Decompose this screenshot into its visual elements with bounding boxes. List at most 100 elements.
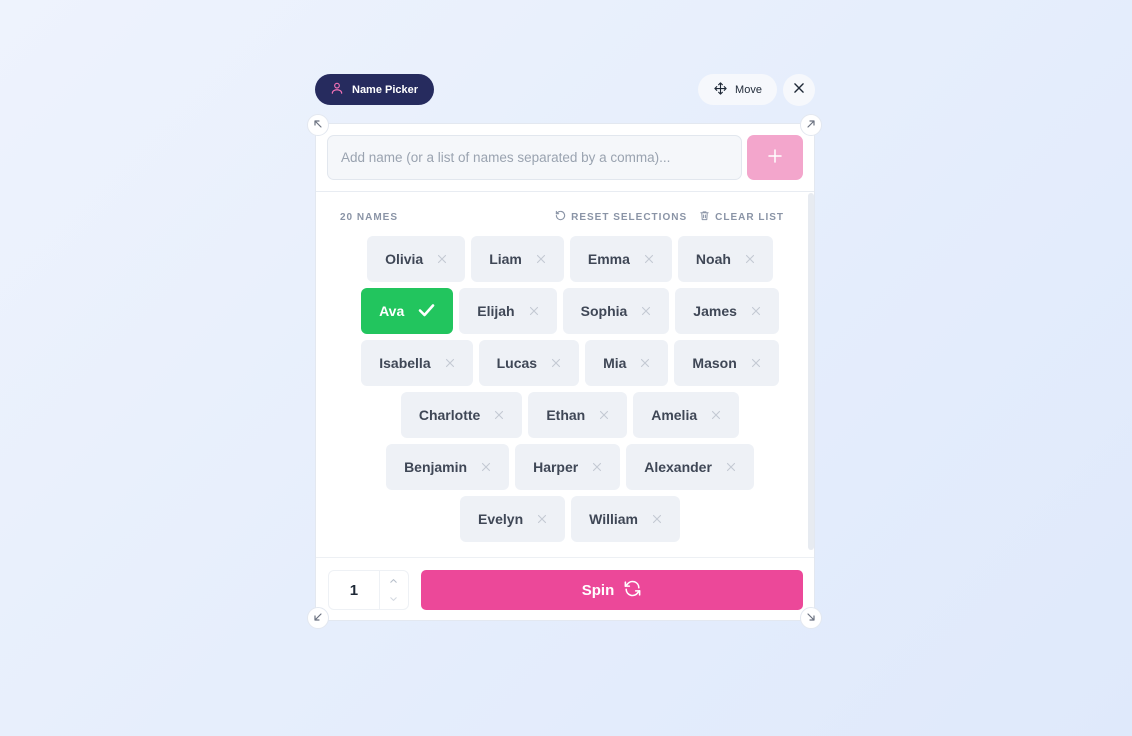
name-chip[interactable]: Liam [471, 236, 564, 282]
add-name-button[interactable] [747, 135, 803, 180]
name-chip-label: Emma [587, 251, 630, 267]
remove-name-x-icon[interactable] [641, 303, 651, 319]
resize-handle-bottom-right[interactable] [800, 607, 822, 629]
name-chip-label: Lucas [496, 355, 538, 371]
name-chip-label: Amelia [651, 407, 698, 423]
name-chip[interactable]: James [675, 288, 779, 334]
remove-name-x-icon[interactable] [751, 355, 761, 371]
spin-label: Spin [581, 581, 615, 599]
rotate-ccw-icon [555, 210, 566, 224]
name-chip-label: William [589, 511, 639, 527]
name-chip-label: Noah [695, 251, 731, 267]
list-actions: RESET SELECTIONS CLEAR LIST [555, 210, 784, 224]
name-chip[interactable]: Noah [677, 236, 773, 282]
name-chip[interactable]: Amelia [633, 392, 740, 438]
remove-name-x-icon[interactable] [599, 407, 609, 423]
name-chip[interactable]: William [571, 496, 681, 542]
name-chip-label: Liam [489, 251, 522, 267]
name-chip[interactable]: Elijah [459, 288, 557, 334]
name-chip[interactable]: Olivia [367, 236, 466, 282]
remove-name-x-icon[interactable] [494, 407, 504, 423]
close-icon [792, 81, 806, 100]
name-chip-label: Elijah [477, 303, 515, 319]
trash-icon [699, 210, 710, 224]
remove-name-x-icon[interactable] [745, 251, 755, 267]
name-chip-label: James [693, 303, 737, 319]
move-button[interactable]: Move [698, 74, 777, 105]
plus-icon [766, 147, 784, 168]
remove-name-x-icon[interactable] [751, 303, 761, 319]
quantity-stepper[interactable]: 1 [328, 570, 409, 610]
reset-selections-label: RESET SELECTIONS [571, 211, 688, 223]
quantity-arrows [378, 571, 408, 609]
remove-name-x-icon[interactable] [640, 355, 650, 371]
refresh-icon [623, 579, 642, 602]
move-arrows-icon [713, 81, 728, 99]
name-chip-label: Evelyn [477, 511, 524, 527]
name-chip-label: Benjamin [404, 459, 468, 475]
check-icon [418, 303, 435, 320]
widget-title-badge: Name Picker [315, 74, 434, 105]
name-chip-label: Olivia [385, 251, 424, 267]
remove-name-x-icon[interactable] [481, 459, 491, 475]
name-chip[interactable]: Mia [585, 340, 669, 386]
resize-arrow-icon [313, 609, 323, 627]
name-chip-label: Alexander [644, 459, 712, 475]
name-chip-label: Sophia [580, 303, 628, 319]
name-chip[interactable]: Benjamin [386, 444, 510, 490]
name-chip[interactable]: Alexander [626, 444, 754, 490]
resize-arrow-icon [313, 116, 323, 134]
name-chip-label: Ava [379, 303, 405, 319]
user-icon [330, 81, 344, 98]
resize-arrow-icon [806, 116, 816, 134]
name-chip-label: Isabella [379, 355, 431, 371]
widget-title: Name Picker [352, 83, 419, 96]
name-chip[interactable]: Emma [569, 236, 672, 282]
reset-selections-button[interactable]: RESET SELECTIONS [555, 210, 687, 224]
scrollbar[interactable] [808, 193, 814, 550]
list-header: 20 NAMES RESET SELECTIONS CLEAR LIST [340, 210, 784, 224]
chevron-down-icon [389, 591, 398, 609]
names-list: Olivia Liam Emma Noah Ava Elijah Sophia James Is… [340, 236, 800, 542]
resize-arrow-icon [806, 609, 816, 627]
name-chip[interactable]: Sophia [562, 288, 670, 334]
name-chip-selected[interactable]: Ava [361, 288, 454, 334]
name-chip[interactable]: Lucas [478, 340, 580, 386]
quantity-value[interactable]: 1 [329, 571, 379, 609]
remove-name-x-icon[interactable] [652, 511, 662, 527]
close-button[interactable] [783, 74, 815, 106]
quantity-decrement-button[interactable] [380, 590, 408, 609]
remove-name-x-icon[interactable] [551, 355, 561, 371]
name-chip[interactable]: Ethan [528, 392, 628, 438]
chevron-up-icon [389, 572, 398, 590]
name-chip[interactable]: Mason [674, 340, 779, 386]
remove-name-x-icon[interactable] [592, 459, 602, 475]
remove-name-x-icon[interactable] [726, 459, 736, 475]
remove-name-x-icon[interactable] [437, 251, 447, 267]
remove-name-x-icon[interactable] [445, 355, 455, 371]
resize-handle-top-right[interactable] [800, 114, 822, 136]
name-chip-label: Mason [692, 355, 737, 371]
clear-list-button[interactable]: CLEAR LIST [699, 210, 784, 224]
remove-name-x-icon[interactable] [529, 303, 539, 319]
resize-handle-bottom-left[interactable] [307, 607, 329, 629]
add-name-row [316, 124, 814, 192]
quantity-increment-button[interactable] [380, 571, 408, 590]
move-label: Move [735, 83, 762, 96]
name-chip[interactable]: Evelyn [459, 496, 566, 542]
remove-name-x-icon[interactable] [644, 251, 654, 267]
name-chip[interactable]: Isabella [361, 340, 473, 386]
name-chip-label: Ethan [546, 407, 586, 423]
add-name-input[interactable] [327, 135, 742, 180]
remove-name-x-icon[interactable] [537, 511, 547, 527]
footer-controls: 1 Spin [316, 557, 814, 620]
name-chip-label: Mia [603, 355, 627, 371]
name-chip[interactable]: Charlotte [400, 392, 523, 438]
resize-handle-top-left[interactable] [307, 114, 329, 136]
remove-name-x-icon[interactable] [536, 251, 546, 267]
name-picker-panel: 20 NAMES RESET SELECTIONS CLEAR LIST Oli… [315, 123, 815, 621]
spin-button[interactable]: Spin [421, 570, 803, 610]
names-count: 20 NAMES [340, 211, 399, 223]
remove-name-x-icon[interactable] [711, 407, 721, 423]
name-chip[interactable]: Harper [515, 444, 621, 490]
